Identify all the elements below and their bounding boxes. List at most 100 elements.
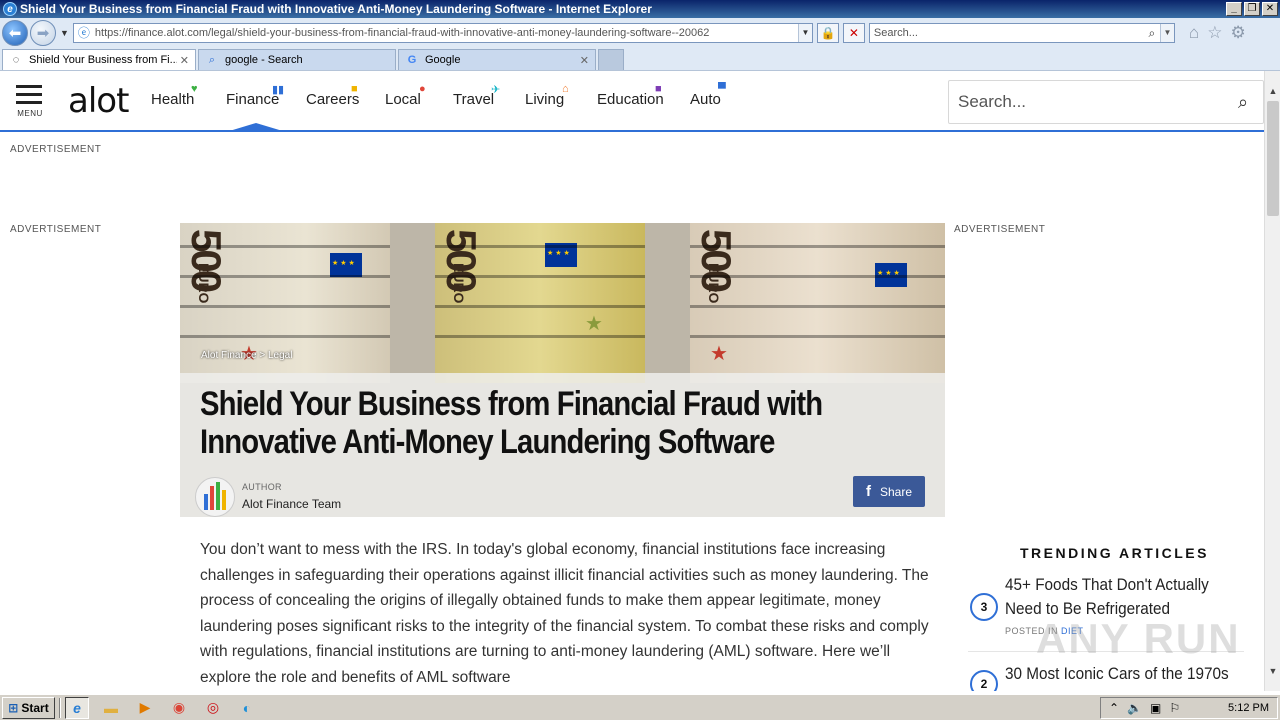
close-tab-icon[interactable]: ✕ <box>577 54 589 67</box>
lock-icon[interactable]: 🔒 <box>816 23 839 43</box>
url-field[interactable]: ⓔ https://finance.alot.com/legal/shield-… <box>72 23 813 43</box>
advertisement-label-top: ADVERTISEMENT <box>10 144 102 155</box>
nav-health[interactable]: Health ♥ <box>151 83 198 108</box>
close-tab-icon[interactable]: ✕ <box>177 54 189 67</box>
restore-button[interactable]: ❐ <box>1244 2 1260 16</box>
avatar-bar <box>216 482 220 510</box>
plane-icon: ✈ <box>491 84 501 96</box>
author-avatar[interactable] <box>195 477 235 517</box>
blind-slat <box>435 275 645 278</box>
opera-icon[interactable]: ◎ <box>201 697 225 719</box>
blind-slat <box>435 245 645 248</box>
edge-icon[interactable]: ◐ <box>235 697 259 719</box>
home-icon[interactable]: ⌂ <box>1189 23 1199 43</box>
scroll-up-arrow-icon[interactable]: ▲ <box>1265 83 1280 99</box>
nav-careers[interactable]: Careers ■ <box>306 83 359 108</box>
google-icon: G <box>407 54 417 66</box>
nav-label: Travel <box>453 91 495 108</box>
gear-icon[interactable]: ⚙ <box>1230 23 1245 43</box>
folder-icon[interactable]: ▬ <box>99 697 123 719</box>
nav-living[interactable]: Living ⌂ <box>525 83 569 108</box>
tab-label: Shield Your Business from Fi... <box>29 54 177 66</box>
trending-rank-badge: 2 <box>970 670 998 691</box>
windows-logo-icon: ⊞ <box>8 700 19 715</box>
trending-article-title[interactable]: 30 Most Iconic Cars of the 1970s <box>1005 662 1235 686</box>
star-icon: ★ <box>710 343 728 365</box>
blind-slat <box>435 335 645 338</box>
tray-expand-icon[interactable]: ⌃ <box>1109 701 1119 715</box>
blind-slat <box>435 305 645 308</box>
menu-label: MENU <box>17 109 43 118</box>
anyrun-watermark: ANY RUN <box>1036 615 1241 662</box>
site-search-field[interactable]: Search... ⌕ <box>948 80 1264 124</box>
tab-google-search[interactable]: ⌕ google - Search <box>198 49 396 70</box>
action-center-flag-icon[interactable]: ⚐ <box>1169 701 1180 715</box>
web-page: MENU alot Health ♥ Finance ▮▮ Careers ■ … <box>0 71 1264 691</box>
blind-slat <box>690 305 945 308</box>
search-icon[interactable]: ⌕ <box>1144 26 1160 41</box>
author-name[interactable]: Alot Finance Team <box>242 497 341 511</box>
url-text: https://finance.alot.com/legal/shield-yo… <box>94 27 710 39</box>
blind-slat <box>690 245 945 248</box>
tab-google[interactable]: G Google ✕ <box>398 49 596 70</box>
back-arrow-icon: ⬅ <box>8 25 22 42</box>
menu-button[interactable]: MENU <box>16 85 44 118</box>
facebook-share-button[interactable]: f Share <box>853 476 925 507</box>
eu-flag-icon <box>330 253 362 277</box>
minimize-button[interactable]: _ <box>1226 2 1242 16</box>
nav-label: Living <box>525 91 565 108</box>
new-tab-button[interactable] <box>598 49 624 70</box>
alot-logo[interactable]: alot <box>68 81 129 121</box>
volume-icon[interactable]: 🔈 <box>1127 701 1142 715</box>
site-header: MENU alot Health ♥ Finance ▮▮ Careers ■ … <box>0 71 1264 132</box>
hero-banknote-image: 500 EURO ★ <box>690 223 945 383</box>
search-icon: ⌕ <box>208 53 216 66</box>
trending-title: TRENDING ARTICLES <box>1020 545 1209 561</box>
tab-bar: ◌ Shield Your Business from Fi... ✕ ⌕ go… <box>0 48 1280 71</box>
url-dropdown-icon[interactable]: ▼ <box>797 24 812 42</box>
chrome-icon[interactable]: ◉ <box>167 697 191 719</box>
car-icon: ▀ <box>718 83 726 95</box>
browser-search-field[interactable]: Search... ⌕ ▼ <box>868 23 1175 43</box>
scrollbar-thumb[interactable] <box>1267 101 1279 216</box>
search-icon[interactable]: ⌕ <box>1223 92 1263 113</box>
page-scrollbar[interactable]: ▲ ▼ <box>1264 71 1280 691</box>
start-button[interactable]: ⊞ Start <box>2 696 55 719</box>
search-dropdown-icon[interactable]: ▼ <box>1159 24 1174 42</box>
tab-label: Google <box>425 54 461 66</box>
network-icon[interactable]: ▣ <box>1150 701 1161 715</box>
blind-slat <box>180 335 390 338</box>
facebook-icon: f <box>865 483 871 500</box>
ie-page-icon: ⓔ <box>77 26 90 40</box>
article-hero: 500 EURO ★ 500 EURO ★ 500 <box>180 223 945 517</box>
tab-shield-article[interactable]: ◌ Shield Your Business from Fi... ✕ <box>2 49 196 70</box>
media-player-icon[interactable]: ▶ <box>133 697 157 719</box>
blind-slat <box>690 335 945 338</box>
forward-arrow-icon: ➡ <box>36 25 50 42</box>
scroll-down-arrow-icon[interactable]: ▼ <box>1265 663 1280 679</box>
avatar-bar <box>204 494 208 510</box>
back-button[interactable]: ⬅ <box>2 20 28 46</box>
advertisement-label-left: ADVERTISEMENT <box>10 224 102 235</box>
trending-article-title[interactable]: 45+ Foods That Don't Actually Need to Be… <box>1005 573 1235 621</box>
heart-icon: ♥ <box>191 83 198 95</box>
ie-icon[interactable]: e <box>65 696 89 719</box>
nav-finance[interactable]: Finance ▮▮ <box>226 84 284 108</box>
close-button[interactable]: ✕ <box>1262 2 1278 16</box>
browser-search-placeholder: Search... <box>873 27 918 39</box>
clock[interactable]: 5:12 PM <box>1228 702 1269 714</box>
nav-travel[interactable]: Travel ✈ <box>453 84 500 108</box>
history-dropdown-icon[interactable]: ▼ <box>60 28 69 38</box>
blind-slat <box>690 275 945 278</box>
trending-rank-badge: 3 <box>970 593 998 621</box>
favorites-star-icon[interactable]: ☆ <box>1207 23 1222 43</box>
breadcrumb[interactable]: Alot Finance > Legal <box>201 350 292 361</box>
nav-auto[interactable]: Auto ▀ <box>690 83 726 108</box>
nav-local[interactable]: Local ● <box>385 83 426 108</box>
nav-education[interactable]: Education ■ <box>597 83 664 108</box>
house-icon: ⌂ <box>562 83 569 95</box>
system-tray: ⌃ 🔈 ▣ ⚐ 5:12 PM <box>1100 697 1278 719</box>
book-icon: ■ <box>655 83 662 95</box>
forward-button[interactable]: ➡ <box>30 20 56 46</box>
stop-button[interactable]: ✕ <box>842 23 865 43</box>
